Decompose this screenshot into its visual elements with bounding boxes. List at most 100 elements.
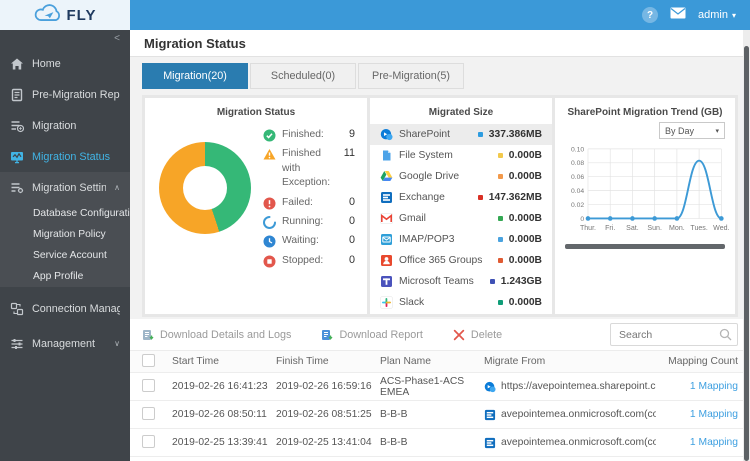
row-checkbox[interactable] — [142, 378, 155, 392]
sidebar-subitem-service-account[interactable]: Service Account — [0, 245, 130, 266]
size-bullet — [497, 153, 503, 158]
migration-table: Start Time Finish Time Plan Name Migrate… — [130, 351, 750, 461]
exchange-icon — [484, 437, 496, 448]
table-toolbar: Download Details and Logs Download Repor… — [130, 319, 750, 351]
delete-x-icon — [453, 329, 465, 340]
table-row[interactable]: 2019-02-25 13:33:44 2019-02-25 13:36:03 … — [130, 457, 750, 461]
page-title: Migration Status — [144, 35, 246, 51]
svg-text:0.08: 0.08 — [571, 160, 584, 167]
running-spinner-icon — [263, 216, 276, 229]
chevron-up-icon: ∧ — [114, 183, 120, 192]
delete-button[interactable]: Delete — [453, 329, 502, 341]
trend-interval-select[interactable]: By Day ▾ — [659, 122, 725, 139]
sidebar-item-migration[interactable]: Migration — [0, 110, 130, 141]
top-bar-right: ? admin ▾ — [130, 0, 750, 30]
sidebar-subitem-database-configuration[interactable]: Database Configuration — [0, 203, 141, 224]
size-row-slack[interactable]: Slack 0.000B — [370, 292, 552, 313]
table-row[interactable]: 2019-02-25 13:39:41 2019-02-25 13:41:04 … — [130, 429, 750, 457]
exchange-icon — [484, 409, 496, 420]
sharepoint-icon — [484, 381, 496, 392]
sidebar-item-migration-status[interactable]: Migration Status — [0, 141, 130, 172]
size-row-file-system[interactable]: File System 0.000B — [370, 145, 552, 166]
col-header-mapping-count: Mapping Count — [668, 356, 738, 367]
size-row-exchange[interactable]: Exchange 147.362MB — [370, 187, 552, 208]
col-header-plan-name: Plan Name — [380, 356, 431, 367]
size-row-imap-pop3[interactable]: IMAP/POP3 0.000B — [370, 229, 552, 250]
legend-waiting: Waiting: 0 — [263, 234, 355, 248]
select-all-checkbox[interactable] — [142, 353, 155, 367]
vertical-scrollbar-thumb[interactable] — [744, 46, 749, 461]
svg-text:Thur.: Thur. — [580, 225, 596, 232]
migration-status-panel: Migration Status Finished: 9 Finished wi… — [145, 98, 367, 314]
sidebar-item-migration-settings[interactable]: Migration Settings ∧ — [0, 172, 130, 203]
svg-text:0.04: 0.04 — [571, 188, 584, 195]
sidebar-item-management[interactable]: Management ∨ — [0, 328, 130, 359]
tab-scheduled[interactable]: Scheduled(0) — [250, 63, 356, 89]
exchange-icon — [381, 192, 392, 203]
mapping-link[interactable]: 1 Mapping — [690, 381, 738, 392]
size-bullet — [497, 216, 503, 221]
file-system-icon — [383, 150, 391, 161]
sidebar-item-connection-manager[interactable]: Connection Manager — [0, 293, 130, 324]
sliders-icon — [11, 338, 23, 349]
download-report-button[interactable]: Download Report — [321, 329, 423, 341]
legend-running: Running: 0 — [263, 215, 355, 229]
stopped-circle-icon — [263, 255, 276, 268]
tab-migration[interactable]: Migration(20) — [142, 63, 248, 89]
col-header-finish-time: Finish Time — [276, 356, 329, 367]
chevron-down-icon: ∨ — [114, 339, 120, 348]
download-details-logs-button[interactable]: Download Details and Logs — [142, 329, 291, 341]
legend-finished: Finished: 9 — [263, 128, 355, 142]
settings-list-icon — [11, 182, 24, 193]
caret-down-icon: ▾ — [731, 10, 736, 20]
svg-text:0: 0 — [580, 216, 584, 223]
sidebar-collapse-icon[interactable]: < — [0, 30, 130, 48]
svg-text:Tues.: Tues. — [690, 225, 707, 232]
panel-title: Migrated Size — [428, 107, 494, 118]
mapping-link[interactable]: 1 Mapping — [690, 409, 738, 420]
help-icon[interactable]: ? — [642, 7, 659, 23]
row-checkbox[interactable] — [142, 434, 155, 448]
col-header-start-time: Start Time — [172, 356, 219, 367]
panel-title: SharePoint Migration Trend (GB) — [567, 107, 723, 118]
size-bullet — [477, 195, 483, 200]
status-monitor-icon — [11, 151, 23, 163]
sidebar-subitem-app-profile[interactable]: App Profile — [0, 266, 130, 287]
size-row-office-365-groups[interactable]: Office 365 Groups 0.000B — [370, 250, 552, 271]
mapping-link[interactable]: 1 Mapping — [690, 437, 738, 448]
trend-horizontal-scrollbar[interactable] — [565, 244, 725, 249]
svg-text:0.10: 0.10 — [571, 146, 584, 153]
size-row-google-drive[interactable]: Google Drive 0.000B — [370, 166, 552, 187]
sidebar-subitem-migration-policy[interactable]: Migration Policy — [0, 224, 130, 245]
svg-text:Sat.: Sat. — [626, 225, 639, 232]
search-icon[interactable] — [719, 328, 732, 346]
waiting-clock-icon — [263, 235, 276, 248]
fly-cloud-logo-icon — [34, 3, 64, 28]
table-row[interactable]: 2019-02-26 08:50:11 2019-02-26 08:51:25 … — [130, 401, 750, 429]
app-logo: FLY — [0, 0, 130, 30]
legend-stopped: Stopped: 0 — [263, 254, 355, 268]
google-drive-icon — [380, 171, 393, 181]
download-details-icon — [143, 329, 154, 340]
office-365-groups-icon — [381, 255, 392, 266]
vertical-scrollbar[interactable] — [743, 30, 750, 461]
svg-text:Wed.: Wed. — [713, 225, 729, 232]
table-row[interactable]: 2019-02-26 16:41:23 2019-02-26 16:59:16 … — [130, 373, 750, 401]
sidebar-item-pre-migration-report[interactable]: Pre-Migration Report — [0, 79, 130, 110]
tab-pre-migration[interactable]: Pre-Migration(5) — [358, 63, 464, 89]
dashboard: Migration Status Finished: 9 Finished wi… — [142, 95, 738, 317]
mail-icon[interactable] — [670, 6, 686, 24]
main-content: Migration Status Migration(20) Scheduled… — [130, 30, 750, 461]
connection-icon — [10, 302, 24, 315]
size-row-sharepoint[interactable]: SharePoint 337.386MB — [370, 124, 552, 145]
size-row-gmail[interactable]: Gmail 0.000B — [370, 208, 552, 229]
sidebar-item-home[interactable]: Home — [0, 48, 130, 79]
row-checkbox[interactable] — [142, 406, 155, 420]
user-name: admin — [698, 9, 728, 21]
user-menu[interactable]: admin ▾ — [698, 9, 736, 21]
size-bullet — [497, 237, 503, 242]
slack-icon — [380, 296, 393, 309]
size-row-microsoft-teams[interactable]: Microsoft Teams 1.243GB — [370, 271, 552, 292]
sidebar: < Home Pre-Migration Report Migration Mi… — [0, 30, 141, 461]
size-bullet — [497, 174, 503, 179]
